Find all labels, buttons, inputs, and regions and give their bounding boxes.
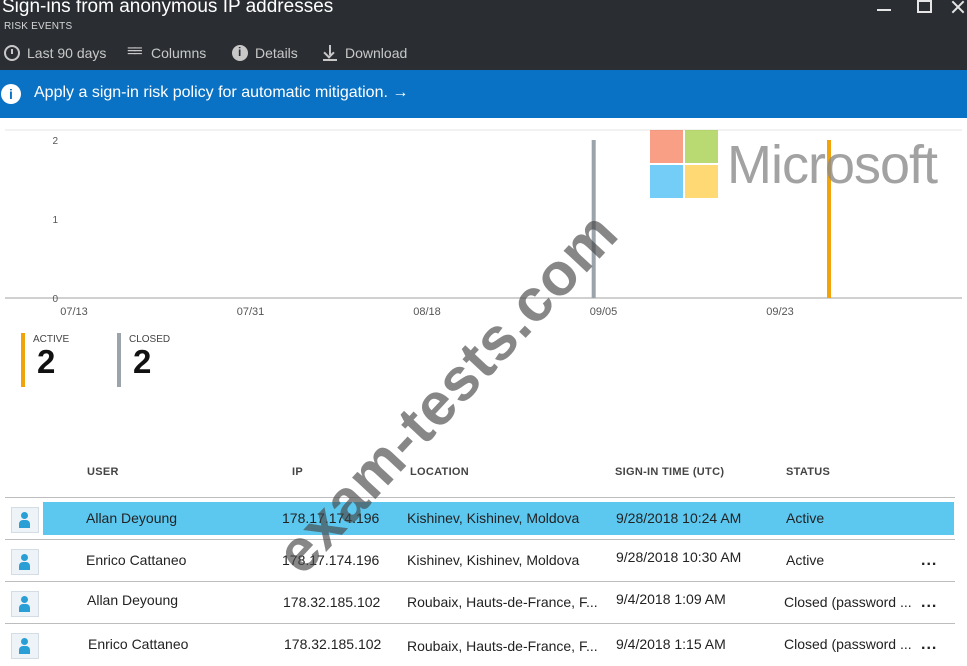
- user-icon: [11, 549, 39, 575]
- x-tick-label: 09/05: [590, 306, 618, 318]
- chart-bar-closed: [591, 140, 596, 298]
- download-button[interactable]: Download: [322, 42, 407, 64]
- cell-user: Allan Deyoung: [87, 592, 179, 608]
- cell-sign-in-time: 9/28/2018 10:30 AM: [616, 549, 742, 565]
- table-row[interactable]: Allan Deyoung 178.17.174.196 Kishinev, K…: [5, 497, 955, 540]
- closed-counter-bar: [117, 333, 121, 387]
- close-icon[interactable]: [950, 0, 967, 16]
- download-icon: [322, 45, 338, 61]
- blade-header: Sign-ins from anonymous IP addresses RIS…: [0, 0, 967, 70]
- details-button[interactable]: Details: [232, 42, 298, 64]
- active-counter-value: 2: [37, 343, 56, 380]
- x-tick-label: 09/23: [766, 306, 794, 318]
- last-90-days-label: Last 90 days: [27, 45, 107, 61]
- cell-user: Allan Deyoung: [86, 510, 178, 526]
- blade-title: Sign-ins from anonymous IP addresses: [2, 0, 334, 17]
- cell-location: Roubaix, Hauts-de-France, F...: [407, 638, 598, 654]
- microsoft-logo-watermark: [650, 130, 720, 200]
- cell-location: Kishinev, Kishinev, Moldova: [407, 552, 580, 568]
- minimize-icon[interactable]: [874, 0, 896, 16]
- cell-ip: 178.17.174.196: [282, 552, 380, 568]
- cell-ip: 178.32.185.102: [283, 594, 381, 610]
- details-label: Details: [255, 45, 298, 61]
- cell-location: Kishinev, Kishinev, Moldova: [407, 510, 580, 526]
- closed-counter-value: 2: [133, 343, 152, 380]
- cell-status: Closed (password ...: [784, 636, 912, 652]
- cell-sign-in-time: 9/4/2018 1:15 AM: [616, 636, 726, 652]
- row-more-button[interactable]: ...: [921, 552, 937, 570]
- y-tick-label: 2: [52, 136, 58, 147]
- risk-policy-banner[interactable]: Apply a sign-in risk policy for automati…: [0, 70, 967, 118]
- cell-user: Enrico Cattaneo: [86, 552, 187, 568]
- info-icon: [232, 45, 248, 61]
- row-more-button[interactable]: ...: [921, 594, 937, 612]
- column-header-sign-in-time[interactable]: SIGN-IN TIME (UTC): [615, 466, 724, 478]
- cell-sign-in-time: 9/4/2018 1:09 AM: [616, 591, 726, 607]
- cell-status: Active: [786, 552, 825, 568]
- active-counter-bar: [21, 333, 25, 387]
- column-header-status[interactable]: STATUS: [786, 466, 830, 478]
- user-icon: [11, 591, 39, 617]
- cell-user: Enrico Cattaneo: [88, 636, 189, 652]
- column-header-ip[interactable]: IP: [292, 466, 303, 478]
- x-tick-label: 07/13: [60, 306, 88, 318]
- blade-subtitle: RISK EVENTS: [4, 21, 73, 32]
- columns-label: Columns: [151, 45, 207, 61]
- columns-button[interactable]: Columns: [127, 42, 207, 64]
- y-tick-label: 1: [52, 215, 58, 226]
- table-row[interactable]: Allan Deyoung 178.32.185.102 Roubaix, Ha…: [5, 581, 955, 624]
- table-row[interactable]: Enrico Cattaneo 178.17.174.196 Kishinev,…: [5, 539, 955, 582]
- table-header: USER IP LOCATION SIGN-IN TIME (UTC) STAT…: [0, 466, 967, 482]
- column-header-location[interactable]: LOCATION: [410, 466, 469, 478]
- row-more-button[interactable]: ...: [921, 636, 937, 654]
- user-icon: [11, 633, 39, 659]
- x-tick-label: 07/31: [237, 306, 265, 318]
- cell-ip: 178.32.185.102: [284, 636, 382, 652]
- cell-sign-in-time: 9/28/2018 10:24 AM: [616, 510, 742, 526]
- cell-location: Roubaix, Hauts-de-France, F...: [407, 594, 598, 610]
- cell-ip: 178.17.174.196: [282, 510, 380, 526]
- last-90-days-button[interactable]: Last 90 days: [4, 42, 106, 64]
- clock-icon: [4, 45, 20, 61]
- toolbar: Last 90 days Columns Details Download: [0, 42, 967, 64]
- maximize-icon[interactable]: [914, 0, 936, 16]
- cell-status: Closed (password ...: [784, 594, 912, 610]
- cell-status: Active: [786, 510, 825, 526]
- columns-icon: [127, 43, 144, 61]
- column-header-user[interactable]: USER: [87, 466, 119, 478]
- x-tick-label: 08/18: [413, 306, 441, 318]
- user-icon: [11, 507, 39, 533]
- table-row[interactable]: Enrico Cattaneo 178.32.185.102 Roubaix, …: [5, 623, 955, 666]
- banner-text: Apply a sign-in risk policy for automati…: [34, 84, 409, 101]
- info-icon: [1, 84, 21, 104]
- microsoft-watermark-text: Microsoft: [727, 135, 938, 195]
- download-label: Download: [345, 45, 408, 61]
- y-tick-label: 0: [52, 294, 58, 305]
